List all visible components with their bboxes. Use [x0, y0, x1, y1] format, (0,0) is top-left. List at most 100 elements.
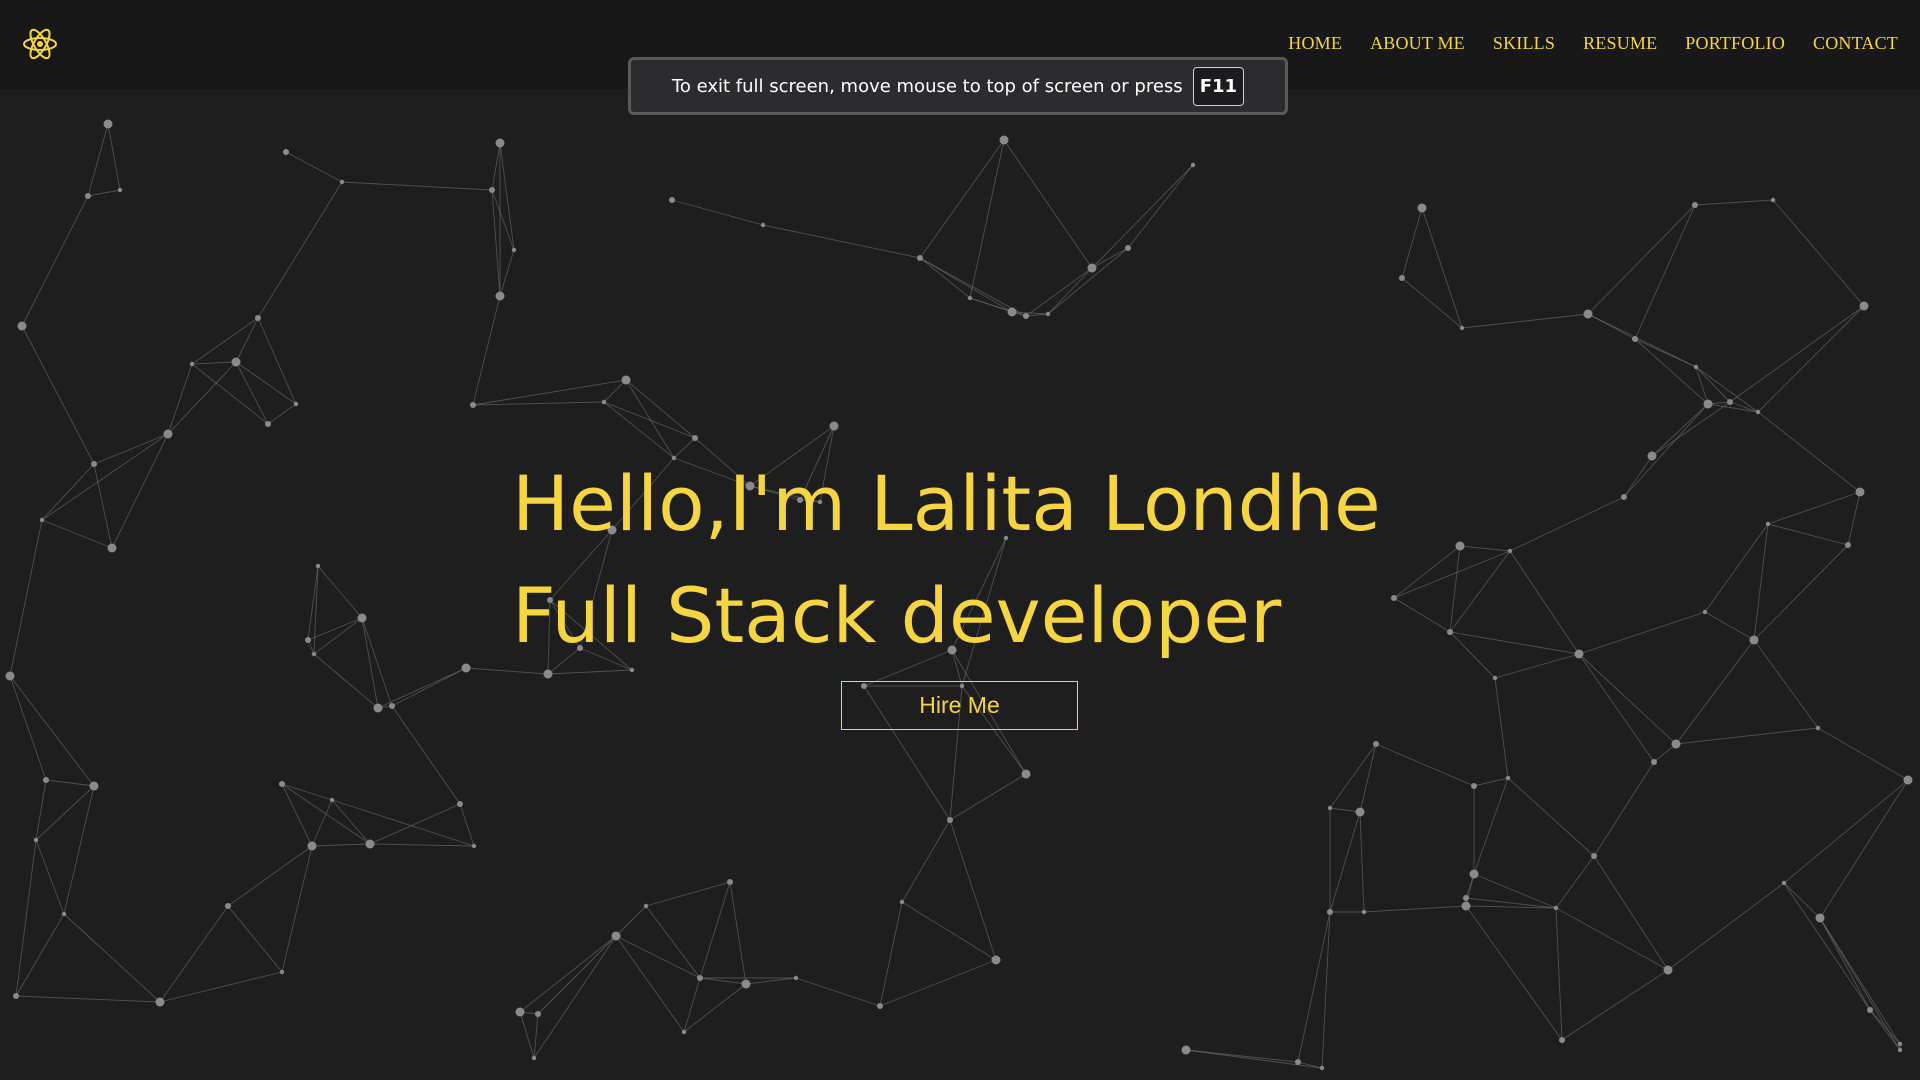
particle-link — [21, 195, 89, 327]
nav-about-link[interactable]: ABOUT ME — [1370, 33, 1465, 54]
particle-node — [1455, 541, 1465, 551]
particle-node — [5, 671, 15, 681]
particle-link — [901, 819, 951, 903]
particle-node — [1399, 275, 1405, 281]
hire-me-button[interactable]: Hire Me — [841, 681, 1078, 730]
particle-link — [35, 785, 95, 841]
particle-link — [1561, 969, 1669, 1041]
particle-link — [625, 379, 675, 459]
particle-link — [1675, 727, 1819, 745]
particle-link — [1767, 491, 1861, 525]
particle-node — [511, 247, 517, 253]
particle-node — [1319, 1065, 1325, 1071]
nav-resume-link[interactable]: RESUME — [1583, 33, 1657, 54]
particle-link — [1465, 873, 1475, 907]
particle-node — [1671, 739, 1681, 749]
particle-link — [1675, 639, 1755, 745]
particle-node — [1703, 399, 1713, 409]
particle-link — [1047, 267, 1093, 315]
particle-node — [1505, 775, 1511, 781]
nav-skills-link[interactable]: SKILLS — [1493, 33, 1555, 54]
particle-node — [1591, 853, 1597, 859]
particle-link — [472, 401, 605, 406]
particle-link — [1461, 313, 1589, 329]
particle-link — [9, 675, 47, 781]
particle-link — [795, 977, 881, 1007]
particle-link — [1555, 855, 1595, 909]
particle-link — [1578, 653, 1677, 745]
particle-link — [1091, 164, 1194, 269]
particle-link — [1817, 727, 1909, 781]
nav-portfolio-link[interactable]: PORTFOLIO — [1685, 33, 1785, 54]
particle-link — [1707, 403, 1759, 413]
particle-link — [919, 257, 1027, 317]
particle-link — [1375, 743, 1475, 787]
particle-link — [235, 317, 259, 363]
hero-greeting: Hello,I'm Lalita Londhe — [512, 459, 1381, 548]
particle-node — [117, 187, 123, 193]
particle-link — [1401, 207, 1423, 279]
particle-link — [87, 123, 109, 197]
particle-link — [879, 959, 997, 1007]
particle-link — [87, 189, 121, 197]
particle-node — [39, 517, 45, 523]
particle-link — [1127, 164, 1194, 249]
particle-link — [1393, 597, 1451, 633]
particle-node — [1663, 965, 1673, 975]
particle-link — [1819, 917, 1871, 1011]
nav-links: HOME ABOUT ME SKILLS RESUME PORTFOLIO CO… — [1288, 0, 1898, 86]
particle-link — [1651, 401, 1731, 457]
particle-link — [919, 257, 1013, 313]
particle-link — [1757, 411, 1861, 493]
nav-contact-link[interactable]: CONTACT — [1813, 33, 1898, 54]
particle-node — [339, 179, 345, 185]
particle-node — [1903, 775, 1913, 785]
particle-node — [1023, 313, 1029, 319]
fullscreen-notice-text: To exit full screen, move mouse to top o… — [671, 75, 1183, 97]
particle-node — [155, 997, 165, 1007]
particle-link — [1359, 743, 1377, 813]
particle-node — [1507, 548, 1513, 554]
particle-link — [63, 913, 161, 1003]
particle-node — [1647, 451, 1657, 461]
particle-link — [281, 783, 313, 847]
nav-home-link[interactable]: HOME — [1288, 33, 1342, 54]
particle-node — [999, 135, 1009, 145]
particle-node — [293, 401, 299, 407]
particle-link — [227, 905, 283, 973]
particle-node — [535, 1011, 541, 1017]
particle-link — [167, 361, 237, 435]
particle-link — [1819, 779, 1909, 919]
particle-link — [377, 667, 467, 709]
particle-link — [1623, 455, 1653, 498]
particle-node — [495, 291, 505, 301]
particle-node — [189, 361, 195, 367]
particle-link — [519, 1011, 535, 1059]
particle-node — [601, 399, 607, 405]
particle-node — [470, 402, 476, 408]
particle-link — [1297, 911, 1331, 1063]
react-atom-icon[interactable] — [20, 24, 60, 64]
particle-link — [1694, 199, 1774, 206]
particle-link — [491, 189, 515, 251]
particle-link — [533, 935, 617, 1059]
particle-node — [1574, 649, 1584, 659]
particle-node — [681, 1029, 687, 1035]
particle-link — [1401, 277, 1463, 329]
particle-node — [461, 663, 471, 673]
particle-node — [357, 613, 367, 623]
hero-section: Hello,I'm Lalita Londhe Full Stack devel… — [512, 448, 1381, 672]
particle-link — [313, 617, 363, 655]
particle-node — [917, 255, 923, 261]
particle-link — [645, 881, 731, 907]
particle-node — [225, 903, 231, 909]
particle-link — [615, 935, 685, 1033]
particle-node — [329, 797, 335, 803]
particle-link — [191, 317, 259, 365]
particle-node — [1417, 203, 1427, 213]
particle-link — [1869, 1009, 1901, 1045]
particle-node — [1781, 880, 1787, 886]
particle-link — [1753, 544, 1849, 641]
particle-node — [1461, 901, 1471, 911]
particle-node — [489, 187, 495, 193]
